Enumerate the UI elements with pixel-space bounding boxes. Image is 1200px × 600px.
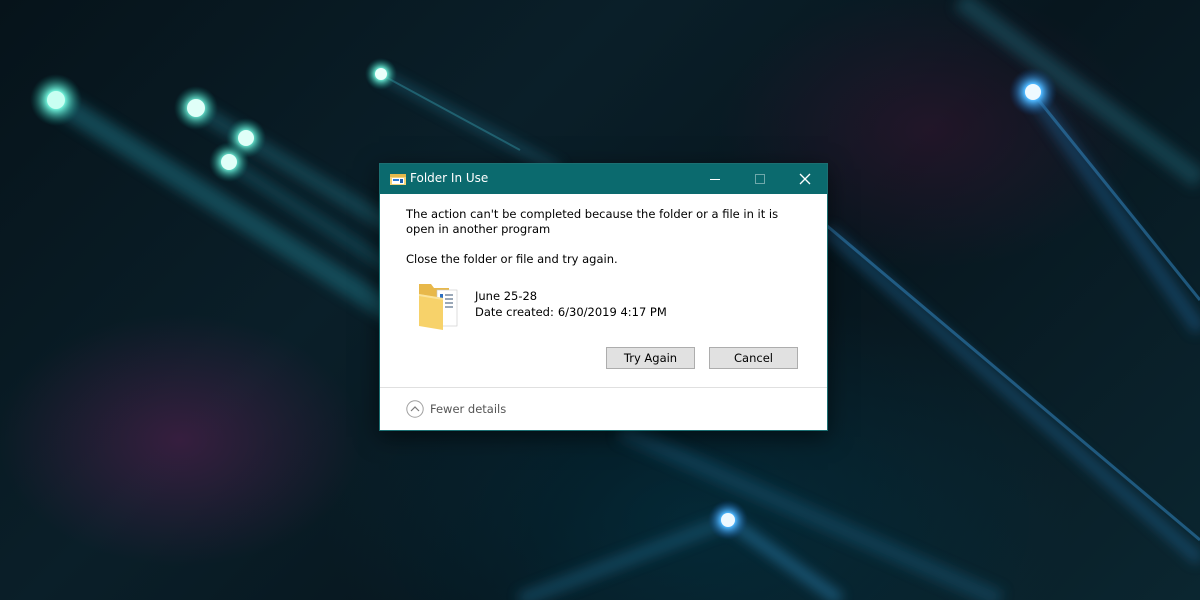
minimize-button[interactable] (692, 164, 737, 194)
error-message: The action can't be completed because th… (406, 207, 779, 236)
file-name: June 25-28 (475, 289, 538, 303)
folder-icon (419, 284, 458, 330)
instruction-text: Close the folder or file and try again. (406, 252, 618, 266)
maximize-button (737, 164, 782, 194)
cancel-button[interactable]: Cancel (709, 347, 798, 369)
dialog-footer: Fewer details (380, 388, 827, 430)
folder-in-use-dialog: Folder In Use The action can't be comple… (379, 163, 828, 431)
try-again-button[interactable]: Try Again (606, 347, 695, 369)
close-button[interactable] (782, 164, 827, 194)
chevron-up-icon (406, 400, 424, 418)
dialog-title: Folder In Use (410, 171, 489, 185)
minimize-icon (710, 179, 720, 180)
dialog-body: The action can't be completed because th… (380, 194, 827, 430)
file-date: Date created: 6/30/2019 4:17 PM (475, 305, 667, 319)
close-icon (799, 173, 811, 185)
fewer-details-label: Fewer details (430, 402, 507, 416)
desktop: Folder In Use The action can't be comple… (0, 0, 1200, 600)
date-created-label: Date created: (475, 305, 554, 319)
title-bar[interactable]: Folder In Use (380, 164, 827, 194)
date-created-value: 6/30/2019 4:17 PM (557, 305, 667, 319)
maximize-icon (755, 174, 765, 184)
explorer-icon (390, 174, 406, 185)
